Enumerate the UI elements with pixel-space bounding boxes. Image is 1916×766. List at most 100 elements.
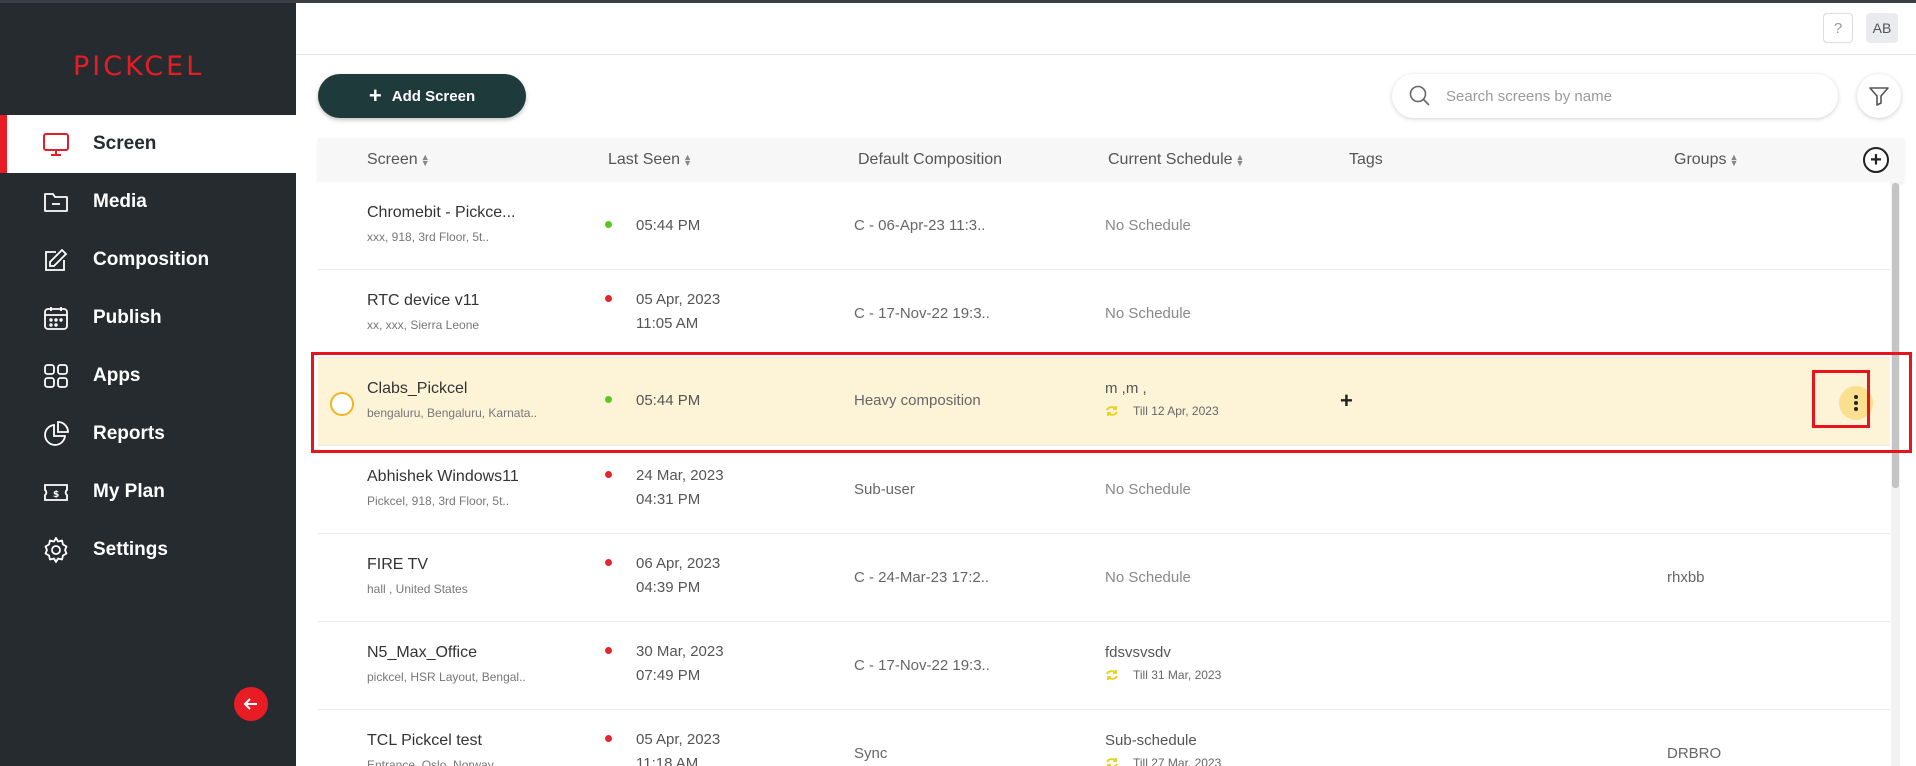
offline-status-dot	[605, 559, 612, 566]
default-composition[interactable]: C - 24-Mar-23 17:2..	[854, 569, 989, 586]
screen-name[interactable]: N5_Max_Office	[367, 644, 477, 662]
online-status-dot	[605, 396, 612, 403]
default-composition[interactable]: C - 06-Apr-23 11:3..	[854, 217, 985, 234]
table-row-selected[interactable]: Clabs_Pickcel bengaluru, Bengaluru, Karn…	[318, 358, 1890, 446]
more-vertical-icon	[1854, 395, 1858, 411]
default-composition[interactable]: Heavy composition	[854, 392, 981, 409]
default-composition[interactable]: Sub-user	[854, 481, 915, 498]
screen-location: hall , United States	[367, 582, 468, 596]
schedule-till-text: Till 12 Apr, 2023	[1133, 404, 1219, 418]
sidebar: PICKCEL Screen Media Composition Publish…	[0, 3, 296, 766]
row-select-radio[interactable]	[330, 392, 354, 416]
app-root: PICKCEL Screen Media Composition Publish…	[0, 0, 1916, 766]
offline-status-dot	[605, 647, 612, 654]
sidebar-item-label: Composition	[93, 249, 210, 270]
schedule-till: Till 31 Mar, 2023	[1105, 668, 1221, 682]
online-status-dot	[605, 221, 612, 228]
default-composition[interactable]: C - 17-Nov-22 19:3..	[854, 305, 990, 322]
current-schedule[interactable]: m ,m ,	[1105, 380, 1147, 397]
search-box	[1392, 74, 1838, 118]
offline-status-dot	[605, 295, 612, 302]
sidebar-item-reports[interactable]: Reports	[0, 405, 296, 463]
table-row[interactable]: TCL Pickcel test Entrance, Oslo, Norway …	[318, 710, 1890, 766]
current-schedule: No Schedule	[1105, 305, 1191, 322]
last-seen-time: 07:49 PM	[636, 667, 701, 684]
column-header-screen[interactable]: Screen ▲ ▼	[367, 151, 430, 169]
table-row[interactable]: FIRE TV hall , United States 06 Apr, 202…	[318, 534, 1890, 622]
svg-text:$: $	[53, 490, 59, 500]
screen-name[interactable]: Abhishek Windows11	[367, 468, 519, 486]
last-seen-date: 06 Apr, 2023	[636, 555, 721, 572]
screen-name[interactable]: Clabs_Pickcel	[367, 380, 467, 398]
schedule-till: Till 12 Apr, 2023	[1105, 404, 1219, 418]
search-icon	[1409, 85, 1430, 106]
edit-icon	[45, 248, 68, 271]
sidebar-item-settings[interactable]: Settings	[0, 521, 296, 579]
group-name[interactable]: DRBRO	[1667, 745, 1721, 762]
gear-icon	[44, 537, 68, 563]
offline-status-dot	[605, 735, 612, 742]
column-label: Screen	[367, 151, 418, 168]
sidebar-item-apps[interactable]: Apps	[0, 347, 296, 405]
screen-name[interactable]: RTC device v11	[367, 292, 479, 310]
table-row[interactable]: Chromebit - Pickce... xxx, 918, 3rd Floo…	[318, 182, 1890, 270]
sidebar-item-label: Publish	[93, 307, 162, 328]
table-row[interactable]: Abhishek Windows11 Pickcel, 918, 3rd Flo…	[318, 446, 1890, 534]
column-header-last-seen[interactable]: Last Seen ▲ ▼	[608, 151, 692, 169]
help-button[interactable]: ?	[1823, 13, 1853, 43]
sidebar-item-media[interactable]: Media	[0, 173, 296, 231]
collapse-sidebar-button[interactable]	[234, 687, 268, 721]
scrollbar-thumb[interactable]	[1892, 183, 1899, 488]
sidebar-item-label: Screen	[93, 133, 157, 154]
folder-icon	[44, 193, 68, 212]
default-composition[interactable]: C - 17-Nov-22 19:3..	[854, 657, 990, 674]
table-row[interactable]: RTC device v11 xx, xxx, Sierra Leone 05 …	[318, 270, 1890, 358]
repeat-icon	[1106, 670, 1118, 680]
last-seen-time: 11:05 AM	[636, 315, 699, 332]
offline-status-dot	[605, 471, 612, 478]
schedule-till-text: Till 27 Mar, 2023	[1133, 756, 1222, 766]
screen-name[interactable]: TCL Pickcel test	[367, 732, 482, 750]
default-composition[interactable]: Sync	[854, 745, 887, 762]
more-options-button[interactable]	[1839, 386, 1873, 420]
add-tag-button[interactable]: +	[1340, 388, 1353, 414]
calendar-icon	[44, 307, 68, 330]
sidebar-item-composition[interactable]: Composition	[0, 231, 296, 289]
ticket-icon: $	[44, 484, 68, 501]
column-label: Current Schedule	[1108, 151, 1233, 168]
sidebar-item-label: Media	[93, 191, 147, 212]
sidebar-item-my-plan[interactable]: $ My Plan	[0, 463, 296, 521]
screen-location: xx, xxx, Sierra Leone	[367, 318, 480, 332]
arrow-left-icon	[243, 698, 257, 710]
add-screen-button[interactable]: + Add Screen	[318, 74, 526, 118]
sidebar-item-screen[interactable]: Screen	[0, 115, 296, 173]
sidebar-item-label: My Plan	[93, 481, 165, 502]
add-screen-label: Add Screen	[391, 87, 476, 105]
sort-icon: ▲ ▼	[683, 151, 692, 168]
screen-name[interactable]: FIRE TV	[367, 556, 428, 574]
table-row[interactable]: N5_Max_Office pickcel, HSR Layout, Benga…	[318, 622, 1890, 710]
current-schedule: No Schedule	[1105, 217, 1191, 234]
column-label: Groups	[1674, 151, 1727, 168]
current-schedule[interactable]: Sub-schedule	[1105, 732, 1197, 749]
search-input[interactable]	[1446, 84, 1816, 108]
pickcel-logo: PICKCEL	[73, 51, 205, 82]
column-header-groups[interactable]: Groups ▲ ▼	[1674, 151, 1738, 169]
sidebar-item-publish[interactable]: Publish	[0, 289, 296, 347]
sort-icon: ▲ ▼	[1235, 151, 1245, 168]
sort-icon: ▲ ▼	[420, 151, 430, 168]
column-label: Last Seen	[608, 151, 681, 168]
table-header: Screen ▲ ▼ Last Seen ▲ ▼ Default Composition…	[318, 138, 1904, 182]
column-header-tags: Tags	[1349, 151, 1383, 168]
add-column-button[interactable]: +	[1863, 147, 1889, 173]
repeat-icon	[1106, 406, 1118, 416]
monitor-icon	[43, 133, 69, 156]
screen-name[interactable]: Chromebit - Pickce...	[367, 204, 515, 222]
column-header-current-schedule[interactable]: Current Schedule ▲ ▼	[1108, 151, 1244, 169]
filter-button[interactable]	[1857, 74, 1901, 118]
last-seen-time: 11:18 AM	[636, 755, 699, 766]
group-name[interactable]: rhxbb	[1667, 569, 1705, 586]
current-schedule[interactable]: fdsvsvsdv	[1105, 644, 1171, 661]
user-avatar[interactable]: AB	[1866, 13, 1898, 43]
last-seen-date: 05 Apr, 2023	[636, 291, 721, 308]
